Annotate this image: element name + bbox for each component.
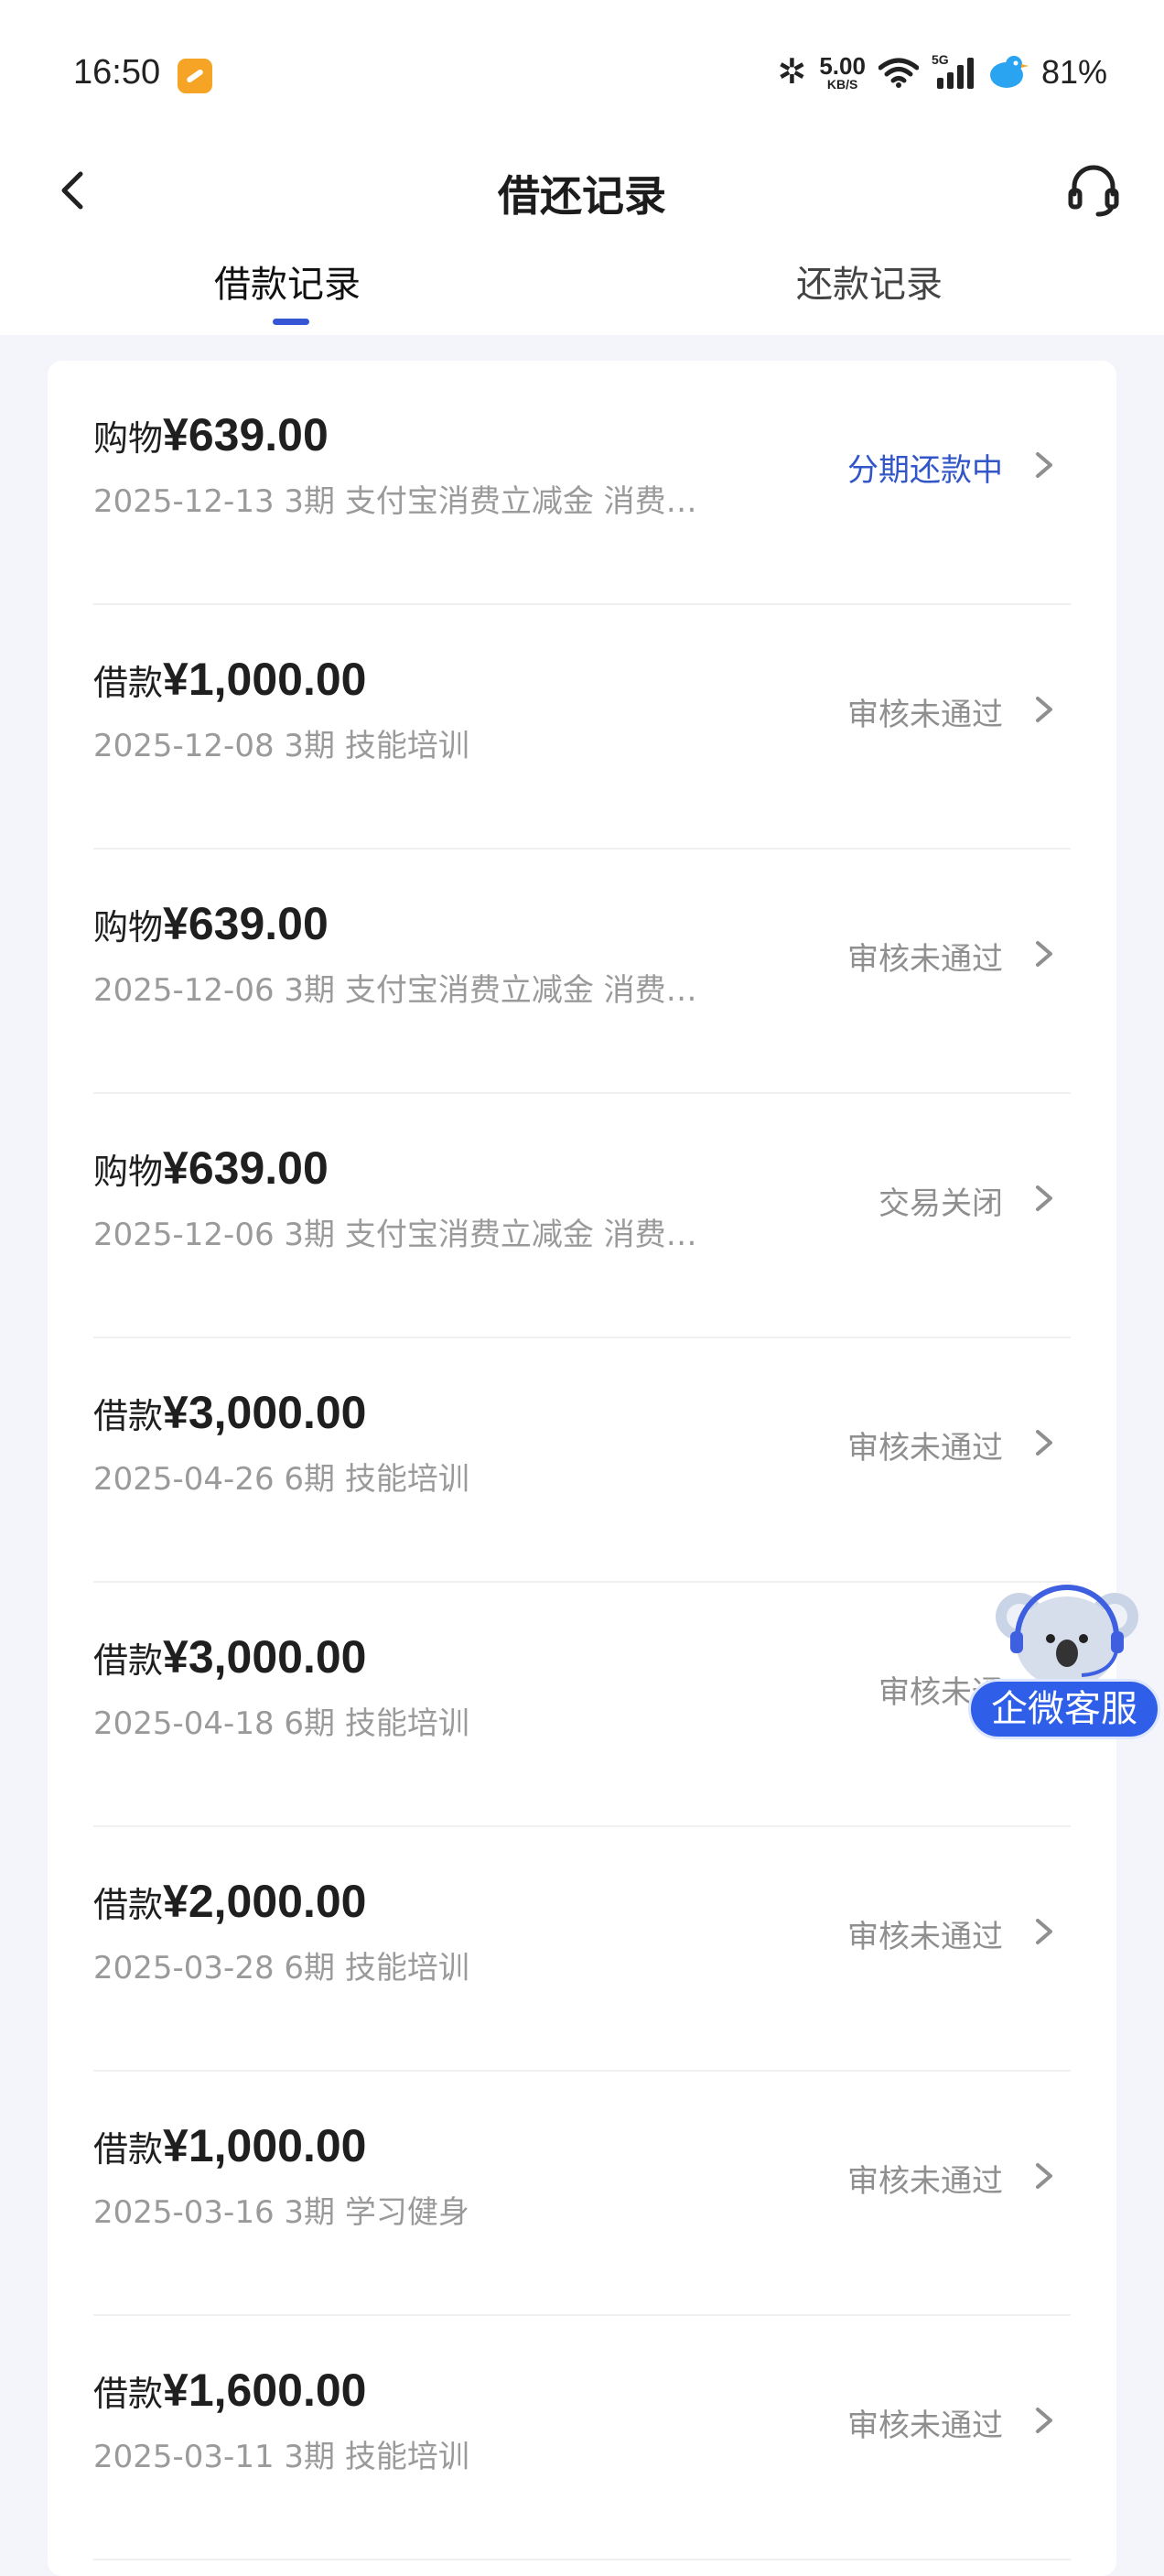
- network-speed-value: 5.00: [819, 51, 866, 80]
- record-tabs: 借款记录 还款记录: [0, 254, 1164, 335]
- record-subtitle: 2025-12-13 3期 支付宝消费立减金 消费…: [93, 483, 697, 520]
- record-item[interactable]: 借款 ¥3,000.00 2025-04-18 6期 技能培训 审核未通: [48, 1583, 1116, 1827]
- record-item[interactable]: 借款 ¥1,600.00 2025-03-11 3期 技能培训 审核未通过: [48, 2316, 1116, 2560]
- chevron-right-icon: [1036, 697, 1052, 722]
- record-subtitle: 2025-04-18 6期 技能培训: [93, 1705, 469, 1742]
- chevron-right-icon: [1036, 1430, 1052, 1456]
- record-subtitle: 2025-12-08 3期 技能培训: [93, 728, 469, 764]
- record-amount: ¥2,000.00: [163, 1876, 367, 1927]
- record-subtitle: 2025-12-06 3期 支付宝消费立减金 消费…: [93, 1217, 697, 1253]
- record-item[interactable]: 购物 ¥639.00 2025-12-06 3期 支付宝消费立减金 消费… 交易…: [48, 1094, 1116, 1338]
- record-type: 购物: [93, 907, 164, 947]
- record-status: 审核未通过: [847, 1430, 1003, 1467]
- chevron-right-icon: [1036, 1185, 1052, 1211]
- cellular-signal-icon: 5G: [932, 52, 974, 89]
- record-subtitle: 2025-03-16 3期 学习健身: [93, 2194, 469, 2231]
- record-title: 借款 ¥2,000.00: [93, 1875, 366, 1928]
- record-subtitle: 2025-03-11 3期 技能培训: [93, 2439, 469, 2475]
- record-item[interactable]: 购物 ¥639.00 2025-12-13 3期 支付宝消费立减金 消费… 分期…: [48, 361, 1116, 605]
- record-type: 借款: [93, 2129, 164, 2170]
- tab-repayment-records[interactable]: 还款记录: [796, 254, 943, 308]
- app-notification-icon: [178, 59, 212, 93]
- customer-service-button[interactable]: 企微客服: [968, 1679, 1160, 1739]
- record-title: 购物 ¥639.00: [93, 897, 329, 950]
- record-title: 借款 ¥3,000.00: [93, 1386, 366, 1439]
- record-status: 交易关闭: [878, 1185, 1003, 1222]
- record-title: 购物 ¥639.00: [93, 408, 329, 461]
- records-list: 购物 ¥639.00 2025-12-13 3期 支付宝消费立减金 消费… 分期…: [48, 361, 1116, 2576]
- status-time: 16:50: [73, 53, 161, 92]
- record-status: 审核未通过: [847, 941, 1003, 978]
- record-type: 借款: [93, 1640, 164, 1681]
- status-bar: 16:50 ✲ 5.00 KB/S 5G 81%: [0, 0, 1164, 137]
- record-status: 审核未通过: [847, 697, 1003, 733]
- record-title: 借款 ¥3,000.00: [93, 1630, 366, 1683]
- divider: [93, 2559, 1071, 2560]
- chevron-right-icon: [1036, 2163, 1052, 2189]
- bluetooth-icon: ✲: [777, 53, 807, 92]
- chevron-right-icon: [1036, 452, 1052, 478]
- chevron-right-icon: [1036, 2408, 1052, 2433]
- record-amount: ¥1,600.00: [163, 2365, 367, 2416]
- page-header: 借还记录 借款记录 还款记录: [0, 137, 1164, 335]
- record-type: 借款: [93, 1396, 164, 1436]
- record-item[interactable]: 购物 ¥639.00 2025-12-06 3期 支付宝消费立减金 消费… 审核…: [48, 850, 1116, 1094]
- record-amount: ¥639.00: [163, 409, 329, 460]
- record-type: 借款: [93, 663, 164, 703]
- record-title: 借款 ¥1,000.00: [93, 653, 366, 706]
- page-title: 借还记录: [498, 171, 666, 221]
- headset-icon[interactable]: [1063, 159, 1124, 220]
- record-status: 审核未通过: [847, 1919, 1003, 1955]
- record-amount: ¥639.00: [163, 1142, 329, 1194]
- status-icons: ✲ 5.00 KB/S 5G 81%: [777, 51, 1107, 92]
- active-tab-indicator: [273, 319, 309, 325]
- record-item[interactable]: 借款 ¥3,000.00 2025-04-26 6期 技能培训 审核未通过: [48, 1338, 1116, 1583]
- record-type: 购物: [93, 418, 164, 459]
- record-title: 购物 ¥639.00: [93, 1142, 329, 1195]
- record-status: 审核未通过: [847, 2408, 1003, 2444]
- record-amount: ¥3,000.00: [163, 1387, 367, 1438]
- record-type: 借款: [93, 1885, 164, 1925]
- network-speed: 5.00 KB/S: [819, 54, 866, 91]
- record-title: 借款 ¥1,600.00: [93, 2364, 366, 2417]
- record-amount: ¥639.00: [163, 898, 329, 949]
- record-type: 借款: [93, 2374, 164, 2414]
- record-subtitle: 2025-03-28 6期 技能培训: [93, 1950, 469, 1986]
- record-amount: ¥1,000.00: [163, 654, 367, 705]
- battery-level: 81%: [1040, 52, 1107, 91]
- bird-icon: [989, 55, 1029, 88]
- record-subtitle: 2025-12-06 3期 支付宝消费立减金 消费…: [93, 972, 697, 1009]
- record-title: 借款 ¥1,000.00: [93, 2119, 366, 2172]
- record-item[interactable]: 借款 ¥2,000.00 2025-03-28 6期 技能培训 审核未通过: [48, 1827, 1116, 2072]
- network-speed-unit: KB/S: [826, 76, 858, 92]
- chevron-right-icon: [1036, 1919, 1052, 1944]
- tab-loan-records[interactable]: 借款记录: [214, 254, 361, 308]
- record-type: 购物: [93, 1152, 164, 1192]
- record-item[interactable]: 借款 ¥1,000.00 2025-03-16 3期 学习健身 审核未通过: [48, 2072, 1116, 2316]
- record-status: 审核未通过: [847, 2163, 1003, 2200]
- record-subtitle: 2025-04-26 6期 技能培训: [93, 1461, 469, 1498]
- record-item[interactable]: 借款 ¥1,000.00 2025-12-08 3期 技能培训 审核未通过: [48, 605, 1116, 850]
- signal-tag: 5G: [931, 51, 949, 67]
- chevron-right-icon: [1036, 941, 1052, 967]
- floating-customer-service[interactable]: 企微客服: [966, 1578, 1164, 1743]
- record-amount: ¥1,000.00: [163, 2120, 367, 2171]
- record-status: 分期还款中: [847, 452, 1003, 489]
- koala-mascot-icon: [996, 1585, 1138, 1688]
- wifi-icon: [878, 58, 919, 88]
- record-amount: ¥3,000.00: [163, 1631, 367, 1683]
